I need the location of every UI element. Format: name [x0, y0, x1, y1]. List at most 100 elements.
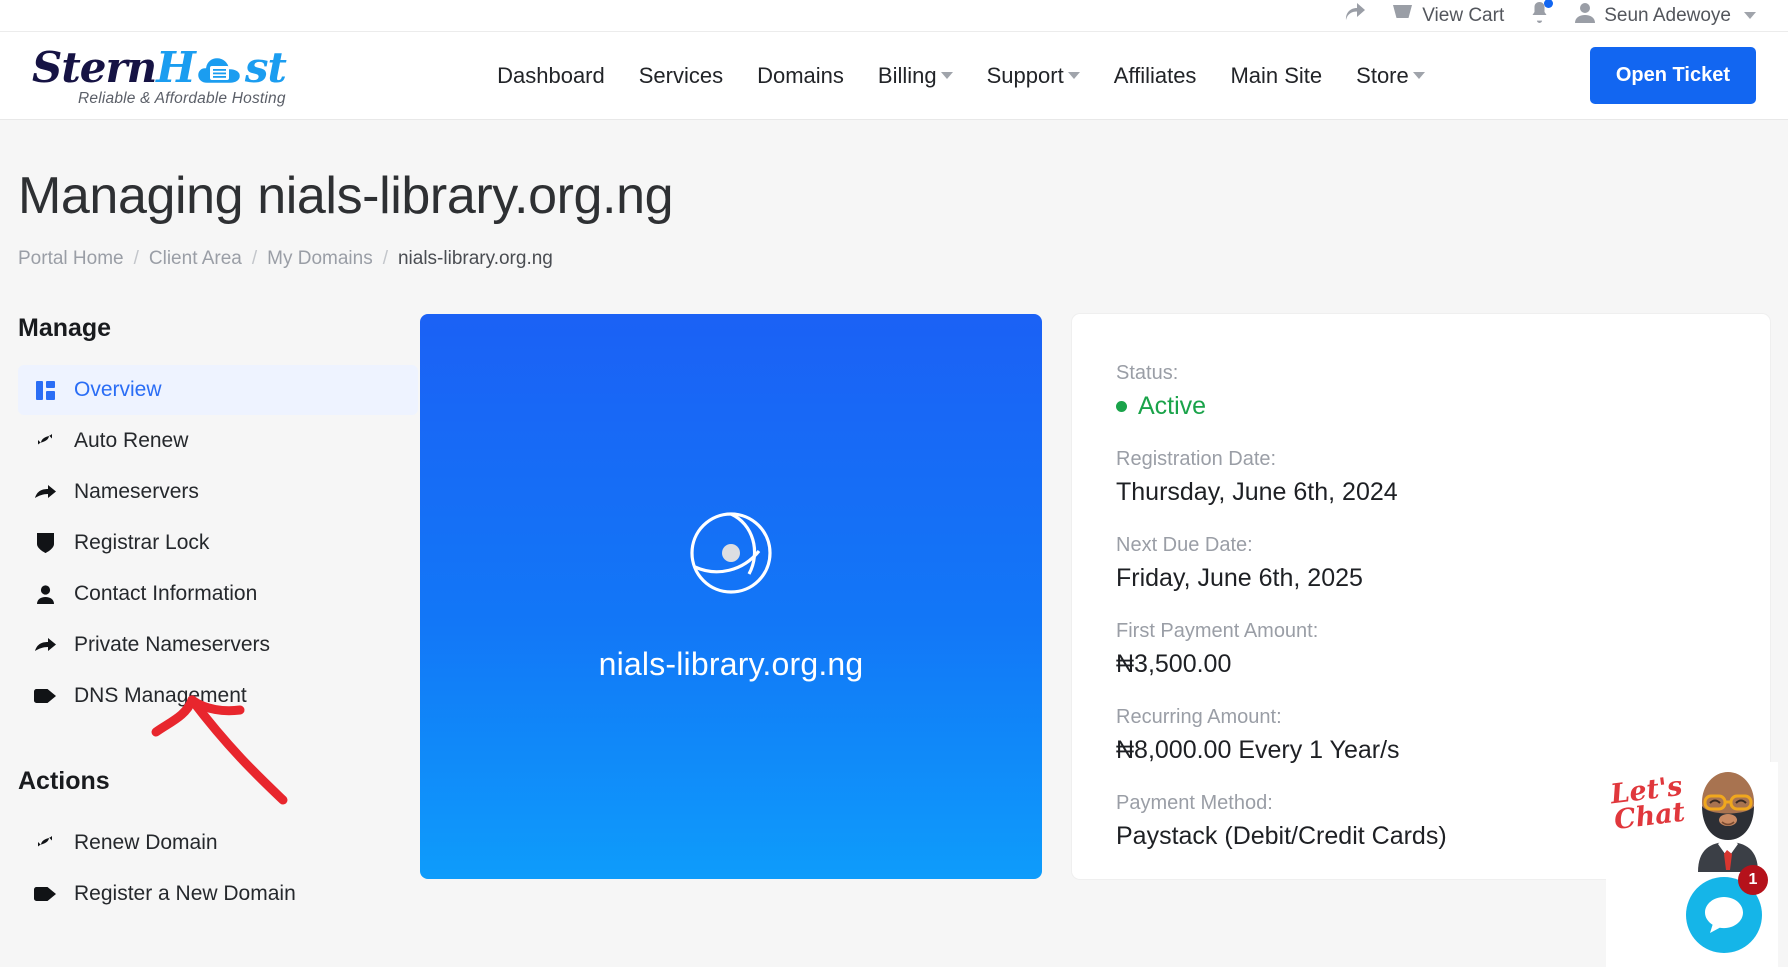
breadcrumb: Portal Home / Client Area / My Domains /…	[18, 248, 1788, 270]
cards-area: nials-library.org.ng Status: Active Regi…	[418, 314, 1770, 920]
user-name-label: Seun Adewoye	[1604, 4, 1731, 26]
status-value: Active	[1138, 392, 1207, 420]
first-payment-label: First Payment Amount:	[1116, 620, 1319, 642]
page-title: Managing nials-library.org.ng	[18, 167, 674, 225]
notification-indicator	[1544, 0, 1554, 8]
payment-method-label: Payment Method:	[1116, 792, 1273, 814]
nav-item-support[interactable]: Support	[987, 63, 1080, 89]
status-label: Status:	[1116, 362, 1179, 384]
breadcrumb-item-portal-home[interactable]: Portal Home	[18, 248, 124, 270]
nav-item-label: Domains	[757, 62, 844, 88]
view-cart-button[interactable]: View Cart	[1392, 3, 1504, 29]
sidebar-item-label: Nameservers	[74, 480, 199, 503]
cart-icon	[1392, 3, 1413, 29]
domain-summary-card: nials-library.org.ng	[420, 314, 1042, 879]
breadcrumb-separator: /	[251, 248, 258, 269]
breadcrumb-separator: /	[382, 248, 388, 269]
chevron-down-icon	[1744, 12, 1756, 19]
sidebar-item-contact-information[interactable]: Contact Information	[18, 569, 418, 619]
logo-wordmark: SternH st	[32, 47, 332, 89]
arrow-right-icon	[34, 483, 56, 501]
sidebar-item-label: Auto Renew	[74, 429, 189, 452]
nav-item-domains[interactable]: Domains	[757, 63, 844, 89]
nav-item-services[interactable]: Services	[639, 63, 723, 89]
arrow-right-icon	[34, 636, 56, 654]
registration-date-value: Thursday, June 6th, 2024	[1116, 478, 1398, 506]
page-header: Managing nials-library.org.ng Portal Hom…	[0, 120, 1788, 270]
recurring-amount-label: Recurring Amount:	[1116, 706, 1282, 728]
tag-icon	[34, 689, 56, 703]
sidebar-item-label: DNS Management	[74, 684, 247, 707]
sidebar-item-renew-domain[interactable]: Renew Domain	[18, 818, 418, 868]
view-cart-label: View Cart	[1422, 4, 1505, 26]
first-payment-value: ₦3,500.00	[1116, 650, 1232, 678]
nav-item-label: Dashboard	[497, 62, 605, 88]
open-ticket-button[interactable]: Open Ticket	[1589, 47, 1756, 104]
main-content: Manage Overview Auto Renew Nameservers R…	[0, 270, 1788, 920]
nav-item-main-site[interactable]: Main Site	[1230, 63, 1322, 89]
next-due-date-label: Next Due Date:	[1116, 534, 1253, 556]
sidebar-item-label: Registrar Lock	[74, 531, 210, 554]
nav-item-affiliates[interactable]: Affiliates	[1114, 63, 1197, 89]
sidebar-item-dns-management[interactable]: DNS Management	[18, 671, 418, 721]
notifications-button[interactable]	[1530, 0, 1554, 29]
sidebar-item-label: Private Nameservers	[74, 633, 271, 656]
refresh-icon	[34, 833, 56, 853]
chevron-down-icon	[940, 72, 953, 79]
breadcrumb-item-my-domains[interactable]: My Domains	[267, 248, 373, 270]
nav-item-label: Services	[638, 62, 724, 88]
chat-bubble-icon	[1705, 897, 1743, 933]
refresh-icon	[34, 431, 56, 451]
sidebar-item-auto-renew[interactable]: Auto Renew	[18, 416, 418, 466]
share-icon	[1344, 2, 1366, 29]
sternhost-logo[interactable]: SternH st Reliable & Affordable Hosting	[32, 43, 332, 108]
nav-item-billing[interactable]: Billing	[878, 63, 953, 89]
nav-item-store[interactable]: Store	[1356, 63, 1425, 89]
status-dot-icon	[1116, 401, 1127, 412]
nav-item-label: Affiliates	[1113, 62, 1197, 88]
user-icon	[1575, 2, 1596, 29]
nav-links: Dashboard Services Domains Billing Suppo…	[332, 63, 1590, 89]
chevron-down-icon	[1412, 72, 1425, 79]
chat-unread-badge[interactable]: 1	[1738, 865, 1768, 895]
sidebar-item-register-new-domain[interactable]: Register a New Domain	[18, 869, 418, 919]
status-badge: Active	[1116, 392, 1770, 421]
manage-sidebar: Manage Overview Auto Renew Nameservers R…	[18, 314, 418, 920]
sidebar-heading-manage: Manage	[18, 314, 112, 342]
nav-item-label: Store	[1356, 62, 1409, 88]
sidebar-item-overview[interactable]: Overview	[18, 365, 418, 415]
sidebar-item-label: Overview	[74, 378, 162, 401]
next-due-date-value: Friday, June 6th, 2025	[1116, 564, 1363, 592]
top-utility-bar: View Cart Seun Adewoye	[0, 0, 1788, 32]
nav-item-label: Main Site	[1230, 62, 1323, 88]
registration-date-label: Registration Date:	[1116, 448, 1277, 470]
domain-name-label: nials-library.org.ng	[598, 645, 864, 682]
main-navigation-bar: SternH st Reliable & Affordable Hosting …	[0, 32, 1788, 120]
breadcrumb-item-client-area[interactable]: Client Area	[149, 248, 242, 270]
sidebar-item-private-nameservers[interactable]: Private Nameservers	[18, 620, 418, 670]
logo-tagline: Reliable & Affordable Hosting	[78, 90, 286, 107]
payment-method-value: Paystack (Debit/Credit Cards)	[1116, 822, 1447, 850]
sidebar-item-nameservers[interactable]: Nameservers	[18, 467, 418, 517]
tag-icon	[34, 887, 56, 901]
shield-icon	[34, 533, 56, 553]
sidebar-item-registrar-lock[interactable]: Registrar Lock	[18, 518, 418, 568]
cloud-icon	[195, 54, 245, 88]
nav-item-label: Billing	[877, 62, 937, 88]
user-menu[interactable]: Seun Adewoye	[1575, 2, 1756, 29]
nav-item-label: Support	[986, 62, 1064, 88]
logo-text-h: H	[156, 43, 196, 92]
sidebar-item-label: Register a New Domain	[74, 882, 296, 905]
recurring-amount-value: ₦8,000.00 Every 1 Year/s	[1116, 736, 1400, 764]
person-icon	[34, 584, 56, 604]
sidebar-heading-actions: Actions	[18, 767, 110, 795]
breadcrumb-item-current-domain: nials-library.org.ng	[397, 248, 553, 269]
logo-text-st: st	[244, 43, 287, 92]
nav-item-dashboard[interactable]: Dashboard	[497, 63, 605, 89]
share-button[interactable]	[1344, 2, 1366, 29]
logo-text-stern: Stern	[32, 43, 157, 92]
globe-icon	[689, 511, 773, 600]
chevron-down-icon	[1067, 72, 1080, 79]
dashboard-icon	[34, 380, 56, 400]
sidebar-item-label: Renew Domain	[74, 831, 218, 854]
